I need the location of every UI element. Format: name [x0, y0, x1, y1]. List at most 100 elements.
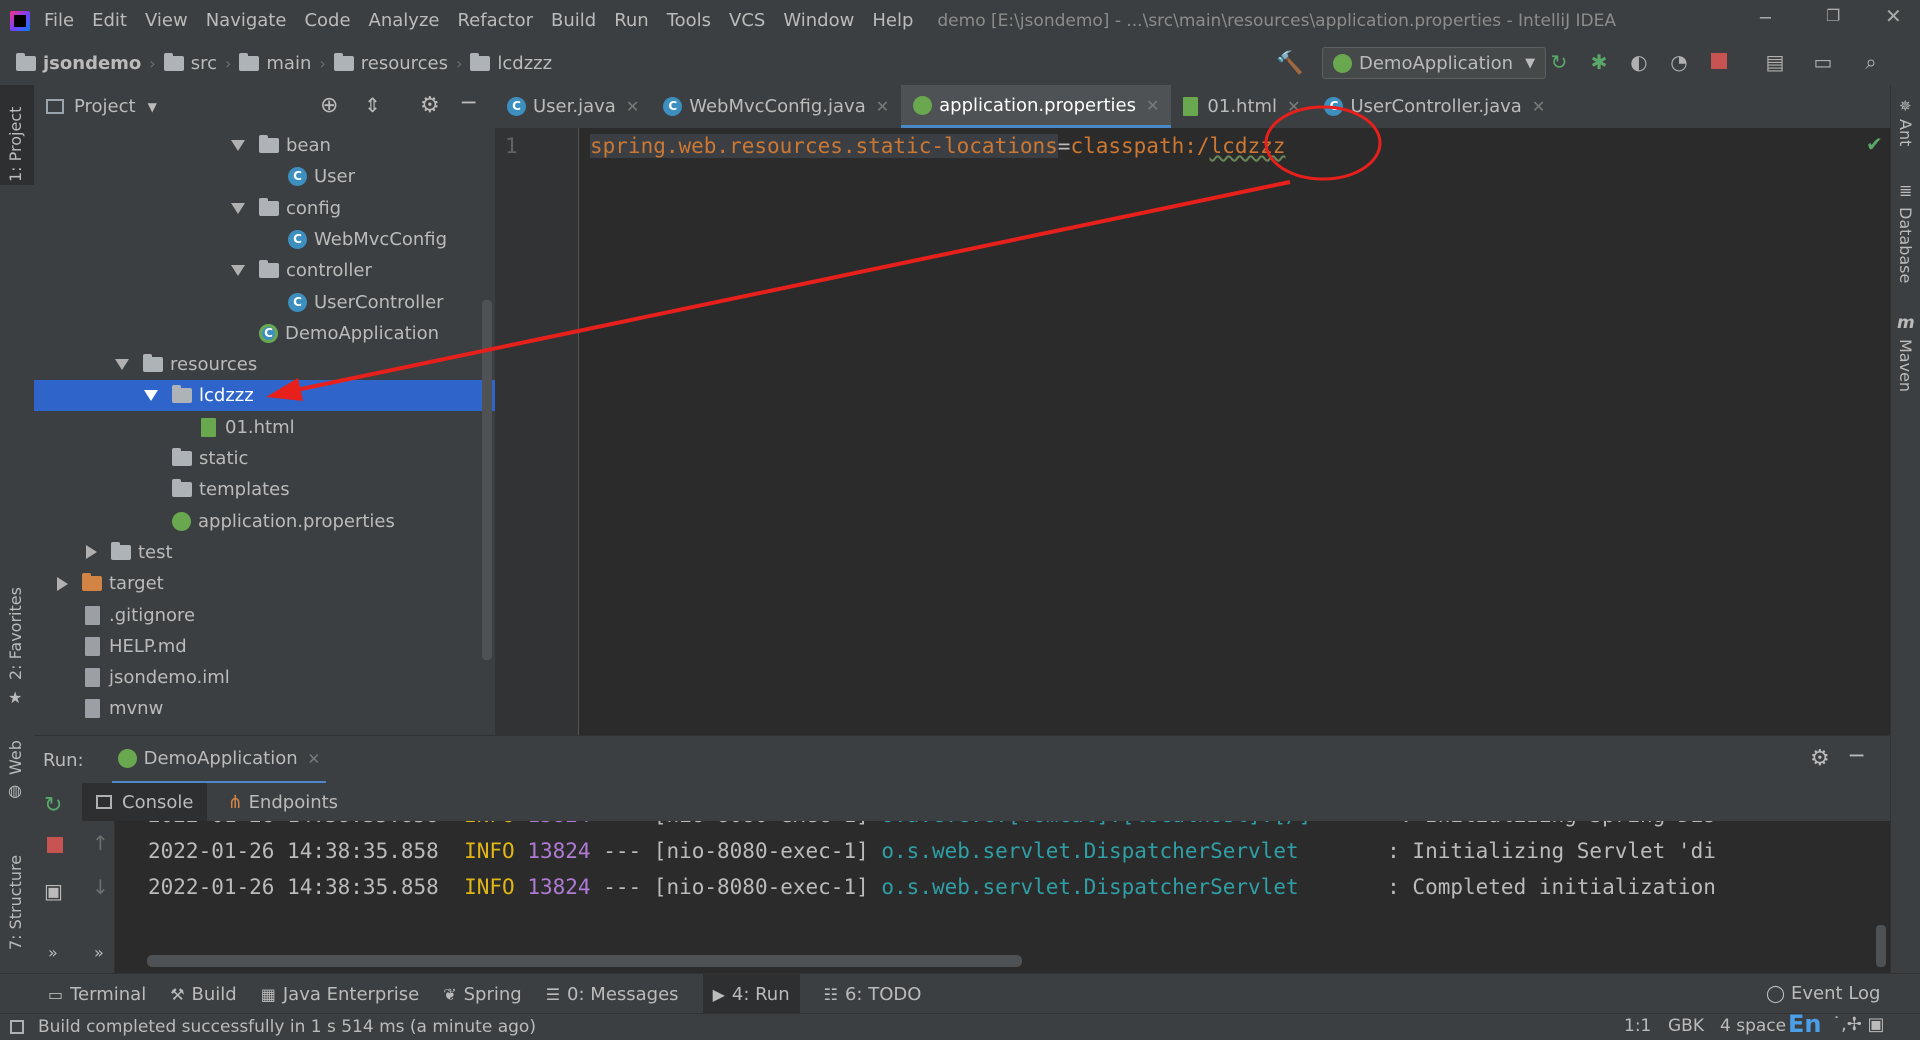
menu-item-code[interactable]: Code — [304, 10, 350, 31]
editor-tab[interactable]: 01.html ✕ — [1171, 85, 1312, 128]
tree-item[interactable]: C UserController — [34, 287, 495, 318]
tab-console[interactable]: Console — [82, 783, 208, 821]
console-vertical-scrollbar[interactable] — [1876, 925, 1886, 967]
chevron-down-icon[interactable] — [231, 202, 245, 214]
tree-item[interactable]: resources — [34, 349, 495, 380]
tree-item[interactable]: C User — [34, 161, 495, 192]
tree-item[interactable]: static — [34, 443, 495, 474]
terminal-toolbar-icon[interactable]: ▭ — [1812, 51, 1834, 73]
tree-item[interactable]: 01.html — [34, 412, 495, 443]
menu-item-analyze[interactable]: Analyze — [369, 10, 440, 31]
code-line[interactable]: spring.web.resources.static-locations=cl… — [590, 134, 1285, 158]
gear-icon[interactable]: ⚙ — [420, 93, 440, 118]
console-output[interactable]: 2022-01-26 14:38:35.858 INFO 13824 --- [… — [116, 821, 1890, 973]
file-encoding[interactable]: GBK — [1668, 1016, 1704, 1036]
tree-item[interactable]: templates — [34, 474, 495, 505]
menu-item-vcs[interactable]: VCS — [729, 10, 765, 31]
event-log-button[interactable]: ◯ Event Log — [1766, 983, 1880, 1004]
tree-item[interactable]: bean — [34, 130, 495, 161]
run-configuration-select[interactable]: DemoApplication ▼ — [1322, 47, 1547, 79]
tab-project[interactable]: 1: Project — [6, 107, 25, 182]
menu-item-build[interactable]: Build — [551, 10, 596, 31]
tree-item[interactable]: lcdzzz — [34, 380, 495, 412]
inspection-ok-icon[interactable]: ✔ — [1866, 132, 1883, 156]
restore-button[interactable]: ❐ — [1826, 6, 1840, 25]
editor-tab[interactable]: C User.java ✕ — [495, 85, 651, 128]
chevron-right-icon[interactable] — [57, 576, 68, 591]
tool-window-run[interactable]: ▶ 4: Run — [702, 974, 800, 1014]
status-panel-icon[interactable] — [10, 1020, 24, 1034]
tool-window-java-enterprise[interactable]: ▦ Java Enterprise — [261, 984, 419, 1005]
menu-item-window[interactable]: Window — [783, 10, 854, 31]
build-hammer-icon[interactable]: 🔨 — [1276, 51, 1303, 76]
tree-item[interactable]: .gitignore — [34, 600, 495, 631]
tree-item[interactable]: application.properties — [34, 506, 495, 537]
scroll-down-icon[interactable]: ↓ — [92, 875, 109, 899]
collapse-all-icon[interactable]: ⇕ — [364, 93, 381, 117]
breadcrumb-item[interactable]: jsondemo — [43, 53, 141, 74]
menu-item-refactor[interactable]: Refactor — [457, 10, 533, 31]
locate-icon[interactable]: ⊕ — [320, 93, 338, 118]
scroll-up-icon[interactable]: ↑ — [92, 831, 109, 855]
tool-window-spring[interactable]: ❦ Spring — [443, 984, 522, 1005]
tree-item[interactable]: C DemoApplication — [34, 318, 495, 349]
close-icon[interactable]: ✕ — [876, 97, 889, 116]
tree-item[interactable]: config — [34, 193, 495, 224]
camera-icon[interactable]: ▣ — [44, 879, 63, 903]
breadcrumb-item[interactable]: lcdzzz — [497, 53, 552, 74]
gear-icon[interactable]: ⚙ — [1810, 746, 1830, 771]
rerun-icon[interactable]: ↻ — [1548, 51, 1570, 73]
chevron-down-icon[interactable]: ▼ — [148, 100, 157, 114]
stop-icon[interactable] — [47, 837, 63, 853]
more-icon[interactable]: » — [48, 943, 58, 962]
editor-tab[interactable]: C WebMvcConfig.java ✕ — [651, 85, 901, 128]
code-editor[interactable]: spring.web.resources.static-locations=cl… — [579, 128, 1890, 735]
menu-item-help[interactable]: Help — [872, 10, 913, 31]
editor-tab[interactable]: application.properties ✕ — [901, 85, 1172, 128]
tree-item[interactable]: target — [34, 568, 495, 599]
chevron-down-icon[interactable] — [144, 390, 158, 402]
breadcrumb-item[interactable]: main — [266, 53, 311, 74]
menu-item-file[interactable]: File — [44, 10, 74, 31]
breadcrumb-item[interactable]: resources — [361, 53, 448, 74]
tree-item[interactable]: test — [34, 537, 495, 568]
tab-endpoints[interactable]: ⋔ Endpoints — [217, 783, 348, 821]
project-structure-icon[interactable]: ▤ — [1764, 51, 1786, 73]
tree-item[interactable]: HELP.md — [34, 631, 495, 662]
tab-structure[interactable]: 7: Structure — [6, 855, 25, 950]
tree-item[interactable]: C WebMvcConfig — [34, 224, 495, 255]
tab-favorites[interactable]: 2: Favorites — [6, 587, 25, 680]
chevron-down-icon[interactable] — [115, 359, 129, 371]
tab-web[interactable]: Web — [6, 740, 25, 775]
tab-database[interactable]: Database — [1896, 207, 1915, 283]
caret-position[interactable]: 1:1 — [1624, 1016, 1651, 1036]
hide-panel-icon[interactable]: ─ — [462, 91, 475, 116]
indent-setting[interactable]: 4 space — [1720, 1016, 1786, 1036]
search-icon[interactable]: ⌕ — [1860, 51, 1882, 73]
menu-item-view[interactable]: View — [145, 10, 188, 31]
menu-item-run[interactable]: Run — [614, 10, 649, 31]
debug-icon[interactable]: ✱ — [1588, 51, 1610, 73]
tool-window-terminal[interactable]: ▭ Terminal — [48, 984, 146, 1005]
more-icon[interactable]: » — [94, 943, 104, 962]
tab-maven[interactable]: Maven — [1896, 339, 1915, 392]
menu-item-edit[interactable]: Edit — [92, 10, 127, 31]
tree-item[interactable]: jsondemo.iml — [34, 662, 495, 693]
coverage-icon[interactable]: ◐ — [1628, 51, 1650, 73]
hide-panel-icon[interactable]: ─ — [1850, 744, 1863, 769]
stop-icon[interactable] — [1708, 51, 1730, 73]
project-view-title[interactable]: Project — [74, 96, 136, 117]
breadcrumb-item[interactable]: src — [191, 53, 217, 74]
menu-item-navigate[interactable]: Navigate — [206, 10, 287, 31]
close-window-button[interactable]: ✕ — [1885, 4, 1902, 28]
rerun-icon[interactable]: ↻ — [44, 793, 62, 818]
project-scrollbar[interactable] — [482, 300, 492, 660]
menu-item-tools[interactable]: Tools — [667, 10, 711, 31]
tree-item[interactable]: mvnw — [34, 693, 495, 724]
tree-item[interactable]: controller — [34, 255, 495, 286]
close-icon[interactable]: ✕ — [308, 750, 321, 768]
close-icon[interactable]: ✕ — [626, 97, 639, 116]
close-icon[interactable]: ✕ — [1532, 97, 1545, 116]
close-icon[interactable]: ✕ — [1146, 96, 1159, 115]
tool-window-todo[interactable]: ☷ 6: TODO — [824, 984, 922, 1005]
